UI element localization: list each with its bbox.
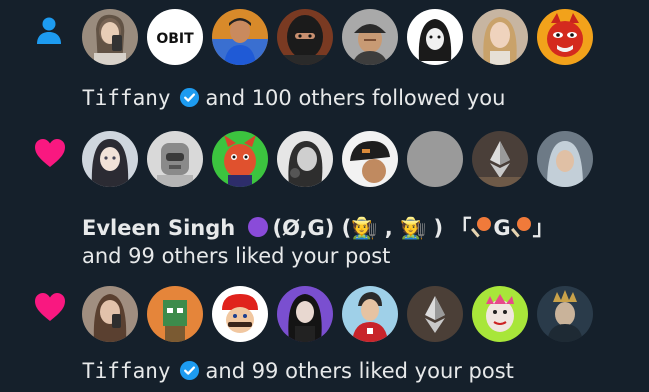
heart-icon bbox=[35, 293, 65, 321]
avatar-hooded-figure[interactable] bbox=[407, 9, 463, 65]
display-name-extra: (Ø,G) (🧑‍🌾 , 🧑‍🌾 ) 「 bbox=[272, 216, 472, 240]
avatar-eth-logo-2[interactable] bbox=[407, 286, 463, 342]
avatar-woman-phone[interactable] bbox=[82, 9, 138, 65]
display-name-end: 」 bbox=[532, 216, 554, 240]
avatar-red-cartoon[interactable] bbox=[212, 131, 268, 187]
person-icon bbox=[37, 17, 61, 44]
avatar-mario[interactable] bbox=[212, 286, 268, 342]
lollipop-icon bbox=[510, 217, 531, 238]
notification-message: and 99 others liked your post bbox=[205, 359, 514, 383]
avatar-red-mascot[interactable] bbox=[537, 9, 593, 65]
notification-message: and 100 others followed you bbox=[205, 86, 506, 110]
avatar-gray-blank[interactable] bbox=[407, 131, 463, 187]
avatar-crowned-figure[interactable] bbox=[537, 286, 593, 342]
avatar-balaclava[interactable] bbox=[277, 9, 333, 65]
notification-text: Tiffany and 99 others liked your post bbox=[82, 359, 514, 383]
avatar-nft-doodle[interactable] bbox=[472, 286, 528, 342]
notification-text: Evleen Singh (Ø,G) (🧑‍🌾 , 🧑‍🌾 ) 「 G 」 bbox=[82, 212, 554, 242]
notification-text: Tiffany and 100 others followed you bbox=[82, 86, 505, 110]
notification-like[interactable]: Tiffany and 99 others liked your post bbox=[0, 278, 649, 392]
avatar-strip bbox=[82, 286, 602, 342]
verified-badge-icon bbox=[179, 360, 199, 381]
avatar-cap-back[interactable] bbox=[342, 131, 398, 187]
purple-circle-icon bbox=[247, 217, 268, 237]
avatar-man-cap[interactable] bbox=[342, 9, 398, 65]
avatar-hijab-woman[interactable] bbox=[537, 131, 593, 187]
avatar-strip bbox=[82, 131, 602, 187]
lollipop-icon bbox=[471, 217, 492, 238]
avatar-obit-logo[interactable]: OBIT bbox=[147, 9, 203, 65]
avatar-anime-girl[interactable] bbox=[82, 131, 138, 187]
avatar-woman-phone-2[interactable] bbox=[82, 286, 138, 342]
avatar-goth-woman[interactable] bbox=[277, 286, 333, 342]
notification-like[interactable]: Evleen Singh (Ø,G) (🧑‍🌾 , 🧑‍🌾 ) 「 G 」 and … bbox=[0, 118, 649, 278]
verified-badge-icon bbox=[179, 87, 199, 108]
notification-message: and 99 others liked your post bbox=[82, 244, 391, 268]
user-name-link[interactable]: Evleen Singh bbox=[82, 216, 235, 240]
avatar-woman-bw[interactable] bbox=[277, 131, 333, 187]
avatar-nft-character[interactable] bbox=[147, 286, 203, 342]
display-name-g: G bbox=[493, 216, 511, 240]
avatar-man-blue[interactable] bbox=[212, 9, 268, 65]
notification-follow[interactable]: OBIT Tiffany and 100 others followed you bbox=[0, 0, 649, 118]
avatar-eth-logo[interactable] bbox=[472, 131, 528, 187]
heart-icon bbox=[35, 139, 65, 167]
user-name-link[interactable]: Tiffany bbox=[82, 86, 171, 110]
avatar-robot[interactable] bbox=[147, 131, 203, 187]
avatar-blonde-woman[interactable] bbox=[472, 9, 528, 65]
svg-text:OBIT: OBIT bbox=[156, 31, 194, 47]
avatar-strip: OBIT bbox=[82, 9, 602, 65]
avatar-man-red-shirt[interactable] bbox=[342, 286, 398, 342]
user-name-link[interactable]: Tiffany bbox=[82, 359, 171, 383]
